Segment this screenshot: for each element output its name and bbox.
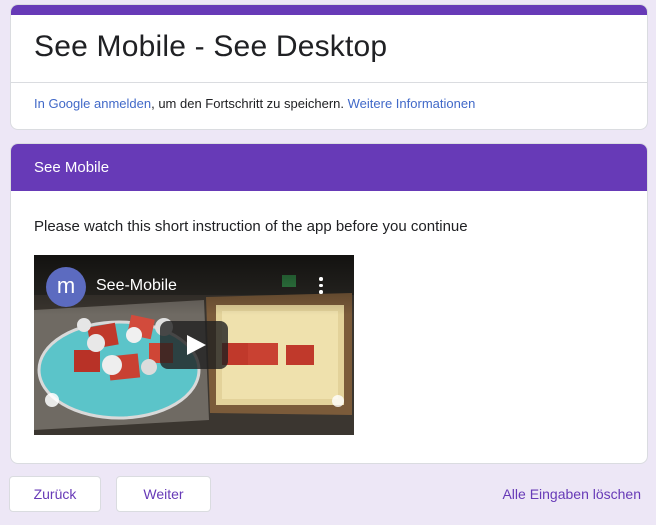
next-button[interactable]: Weiter xyxy=(116,476,211,512)
clear-form-button[interactable]: Alle Eingaben löschen xyxy=(502,486,641,502)
form-title: See Mobile - See Desktop xyxy=(34,30,388,63)
form-header-card: See Mobile - See Desktop In Google anmel… xyxy=(10,4,648,130)
signin-notice: In Google anmelden, um den Fortschritt z… xyxy=(34,96,475,111)
play-icon[interactable] xyxy=(160,321,228,369)
video-title[interactable]: See-Mobile xyxy=(96,277,177,295)
google-signin-link[interactable]: In Google anmelden xyxy=(34,96,151,111)
more-vert-icon[interactable] xyxy=(318,277,324,297)
signin-notice-text: , um den Fortschritt zu speichern. xyxy=(151,96,345,111)
more-info-link[interactable]: Weitere Informationen xyxy=(348,96,476,111)
section-card: See Mobile Please watch this short instr… xyxy=(10,143,648,464)
channel-avatar[interactable]: m xyxy=(46,267,86,307)
video-player[interactable]: m See-Mobile xyxy=(34,255,354,435)
section-description: Please watch this short instruction of t… xyxy=(34,218,468,235)
back-button[interactable]: Zurück xyxy=(9,476,101,512)
header-divider xyxy=(11,82,647,83)
section-title: See Mobile xyxy=(11,144,647,191)
header-accent-bar xyxy=(11,5,647,15)
